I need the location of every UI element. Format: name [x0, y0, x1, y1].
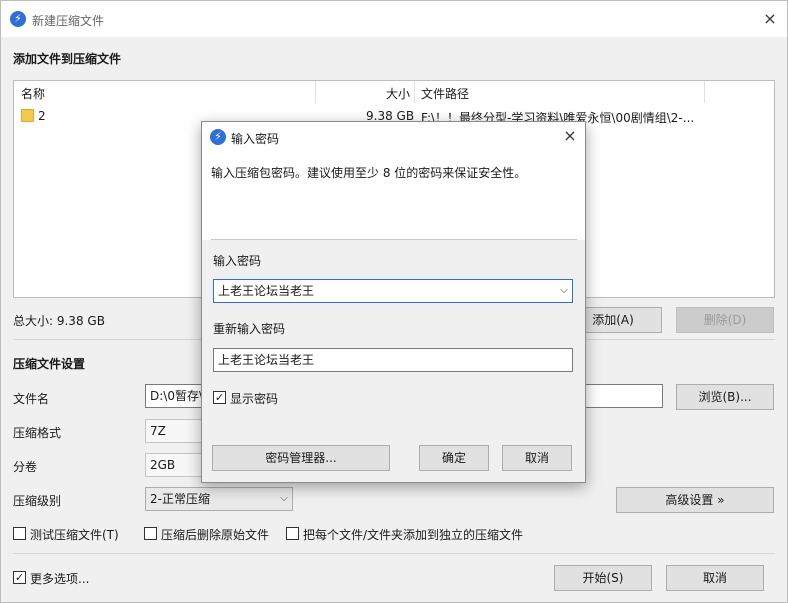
show-password-label[interactable]: 显示密码	[230, 390, 278, 407]
column-header-name[interactable]: 名称	[21, 85, 45, 102]
password-label: 输入密码	[213, 254, 262, 268]
password-manager-button[interactable]: 密码管理器...	[212, 445, 390, 471]
show-password-checkbox[interactable]: ✓	[213, 391, 226, 404]
test-archive-label[interactable]: 测试压缩文件(T)	[30, 526, 119, 543]
column-divider	[414, 81, 415, 103]
start-button[interactable]: 开始(S)	[554, 565, 652, 591]
format-label: 压缩格式	[13, 426, 62, 440]
advanced-settings-button[interactable]: 高级设置 »	[616, 487, 774, 513]
chevron-down-icon: ⌵	[280, 493, 288, 504]
cancel-button[interactable]: 取消	[666, 565, 764, 591]
row-name: 2	[38, 109, 46, 123]
app-logo-icon: ⚡	[10, 11, 26, 27]
column-header-path[interactable]: 文件路径	[421, 85, 469, 102]
column-divider	[704, 81, 705, 103]
reenter-password-input[interactable]: 上老王论坛当老王	[213, 348, 573, 372]
dialog-title: 输入密码	[231, 132, 280, 146]
separate-archives-checkbox[interactable]	[286, 527, 299, 540]
password-value: 上老王论坛当老王	[218, 284, 315, 298]
column-header-size[interactable]: 大小	[386, 85, 410, 102]
section-settings-heading: 压缩文件设置	[13, 357, 86, 371]
password-input[interactable]: 上老王论坛当老王	[213, 279, 573, 303]
filename-label: 文件名	[13, 392, 50, 406]
dialog-intro-panel: 输入压缩包密码。建议使用至少 8 位的密码来保证安全性。	[202, 152, 585, 240]
test-archive-checkbox[interactable]	[13, 527, 26, 540]
app-logo-icon: ⚡	[210, 129, 226, 145]
close-icon[interactable]: ×	[556, 124, 584, 148]
ok-button[interactable]: 确定	[419, 445, 489, 471]
separate-archives-label[interactable]: 把每个文件/文件夹添加到独立的压缩文件	[303, 526, 523, 543]
dialog-cancel-button[interactable]: 取消	[502, 445, 572, 471]
delete-after-checkbox[interactable]	[144, 527, 157, 540]
more-options-label[interactable]: 更多选项...	[30, 570, 89, 587]
delete-after-label[interactable]: 压缩后删除原始文件	[161, 526, 269, 543]
level-select[interactable]: 2-正常压缩	[145, 487, 293, 511]
level-label: 压缩级别	[13, 494, 62, 508]
close-icon[interactable]: ×	[756, 7, 784, 31]
dialog-intro-text: 输入压缩包密码。建议使用至少 8 位的密码来保证安全性。	[211, 166, 527, 180]
password-dialog: ⚡ 输入密码 × 输入压缩包密码。建议使用至少 8 位的密码来保证安全性。 输入…	[201, 121, 586, 483]
title-bar: ⚡ 新建压缩文件 ×	[1, 1, 787, 37]
reenter-password-label: 重新输入密码	[213, 322, 286, 336]
section-add-heading: 添加文件到压缩文件	[13, 52, 122, 66]
column-divider	[315, 81, 316, 103]
level-select-value: 2-正常压缩	[150, 492, 210, 506]
divider	[13, 553, 775, 554]
chevron-down-icon[interactable]: ⌵	[558, 285, 570, 297]
dialog-title-bar: ⚡ 输入密码 ×	[202, 122, 585, 152]
folder-icon	[21, 109, 34, 122]
more-options-checkbox[interactable]: ✓	[13, 571, 26, 584]
total-size: 总大小: 9.38 GB	[13, 314, 105, 328]
browse-button[interactable]: 浏览(B)...	[676, 384, 774, 410]
divider	[211, 239, 577, 240]
volume-label: 分卷	[13, 460, 38, 474]
window-title: 新建压缩文件	[32, 14, 105, 28]
delete-button[interactable]: 删除(D)	[676, 307, 774, 333]
